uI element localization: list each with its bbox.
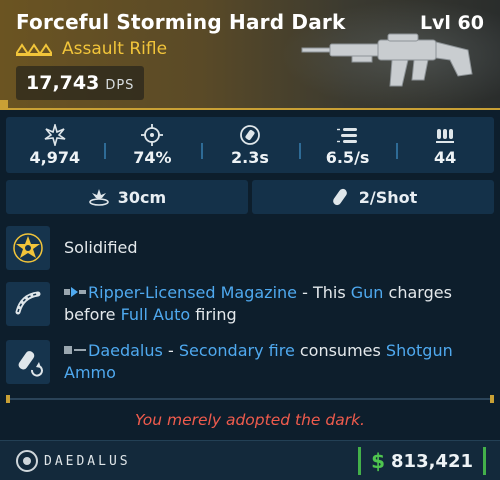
stat-ammo-cost-value: 2/Shot [358, 187, 418, 207]
stat-accuracy-value: 74% [133, 147, 172, 167]
flavor-text: You merely adopted the dark. [135, 411, 365, 429]
daedalus-logo-icon [64, 346, 86, 354]
perk-element-label: Solidified [64, 238, 138, 257]
weapon-type: Assault Rifle [62, 39, 168, 59]
dps-label: DPS [105, 78, 135, 93]
stat-ammo-cost: 2/Shot [252, 180, 494, 214]
shotgun-ammo-part-icon [18, 351, 43, 377]
stat-magazine-value: 44 [434, 147, 457, 167]
item-price: $ 813,421 [358, 447, 486, 475]
stat-splash: 30cm [6, 180, 248, 214]
assault-rifle-icon [301, 33, 473, 87]
item-footer: DAEDALUS $ 813,421 [0, 440, 500, 480]
perk-part-daedalus: Daedalus - Secondary fire consumes Shotg… [6, 340, 494, 384]
stat-damage: 4,974 [6, 117, 104, 173]
stat-reload-value: 2.3s [231, 147, 269, 167]
stat-fire-rate-value: 6.5/s [325, 147, 370, 167]
section-divider [6, 398, 494, 400]
dps-value: 17,743 [26, 72, 100, 94]
manufacturer-brand: DAEDALUS [16, 449, 131, 473]
perk-part-magazine-t1: - This [297, 283, 351, 302]
weapon-stats-secondary: 30cm 2/Shot [6, 180, 494, 214]
magazine-part-icon [15, 291, 41, 315]
weapon-stats: 4,974 74% 2.3s 6.5/s 44 [6, 117, 494, 173]
perk-part-daedalus-frame [6, 340, 50, 384]
corner-accent [0, 100, 8, 108]
splash-radius-icon [88, 189, 109, 206]
legendary-chevrons-icon [16, 43, 52, 56]
stat-magazine: 44 [396, 117, 494, 173]
divider-accent-right [490, 395, 494, 403]
reload-icon [240, 124, 260, 145]
perk-part-daedalus-k1: Secondary fire [178, 341, 295, 360]
price-amount: 813,421 [391, 450, 473, 472]
stat-accuracy: 74% [103, 117, 202, 173]
ripper-logo-icon [64, 287, 86, 297]
perk-element: Solidified [6, 226, 494, 270]
magazine-ammo-icon [436, 128, 455, 143]
perk-part-magazine-t3: firing [190, 305, 237, 324]
perk-part-magazine-text: Ripper-Licensed Magazine - This Gun char… [64, 282, 494, 326]
damage-burst-icon [44, 123, 66, 146]
perk-part-daedalus-t2: consumes [294, 341, 386, 360]
perk-part-magazine-k1: Gun [350, 283, 384, 302]
dps-readout: 17,743 DPS [16, 66, 145, 100]
perk-part-magazine: Ripper-Licensed Magazine - This Gun char… [6, 282, 494, 326]
perk-part-daedalus-name: Daedalus [88, 341, 163, 360]
dollar-icon: $ [371, 449, 386, 473]
item-header: Forceful Storming Hard Dark Lvl 60 Assau… [0, 0, 500, 110]
stat-reload: 2.3s [201, 117, 299, 173]
perk-part-magazine-k2: Full Auto [120, 305, 191, 324]
stat-damage-value: 4,974 [29, 147, 81, 167]
perk-part-magazine-frame [6, 282, 50, 326]
perk-part-daedalus-text: Daedalus - Secondary fire consumes Shotg… [64, 340, 494, 384]
stat-fire-rate: 6.5/s [298, 117, 397, 173]
solidified-star-icon [13, 233, 43, 263]
perk-element-frame [6, 226, 50, 270]
manufacturer-name: DAEDALUS [44, 453, 131, 469]
stat-splash-value: 30cm [117, 187, 167, 207]
accuracy-crosshair-icon [141, 123, 164, 146]
divider-accent-left [6, 395, 10, 403]
perk-part-daedalus-t1: - [162, 341, 179, 360]
ammo-cost-icon [332, 188, 347, 206]
fire-rate-icon [336, 127, 357, 143]
perk-part-magazine-name: Ripper-Licensed Magazine [88, 283, 298, 302]
daedalus-emblem-icon [16, 450, 38, 472]
